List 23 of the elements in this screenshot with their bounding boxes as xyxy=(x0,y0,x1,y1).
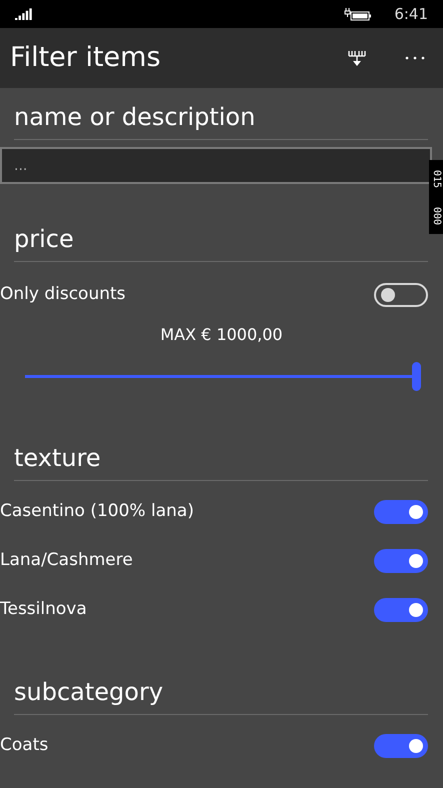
section-heading: price xyxy=(14,227,74,251)
toggle-switch[interactable] xyxy=(374,282,428,306)
page-title: Filter items xyxy=(10,40,161,75)
toggle-label: Only discounts xyxy=(0,282,126,306)
price-reading: MAX € 1000,00 xyxy=(160,324,283,346)
toggle-switch[interactable] xyxy=(374,500,428,524)
toggle-label: Coats xyxy=(0,734,48,757)
battery-icon xyxy=(344,7,372,21)
toggle-switch[interactable] xyxy=(374,734,428,758)
toggle-switch[interactable] xyxy=(374,598,428,622)
toggle-label: Casentino (100% lana) xyxy=(0,500,194,523)
frame-counter: 015 000 xyxy=(429,160,443,234)
toggle-label: Tessilnova xyxy=(0,598,87,621)
search-field[interactable]: ... xyxy=(0,147,432,184)
section-heading: name or description xyxy=(14,105,256,129)
section-heading: texture xyxy=(14,446,101,470)
toggle-switch[interactable] xyxy=(374,548,428,572)
clock-time: 6:41 xyxy=(394,4,428,25)
signal-icon xyxy=(15,8,33,20)
section-heading: subcategory xyxy=(14,680,164,704)
more-icon[interactable] xyxy=(405,56,425,60)
filter-icon[interactable] xyxy=(347,48,367,68)
toggle-label: Lana/Cashmere xyxy=(0,548,133,572)
